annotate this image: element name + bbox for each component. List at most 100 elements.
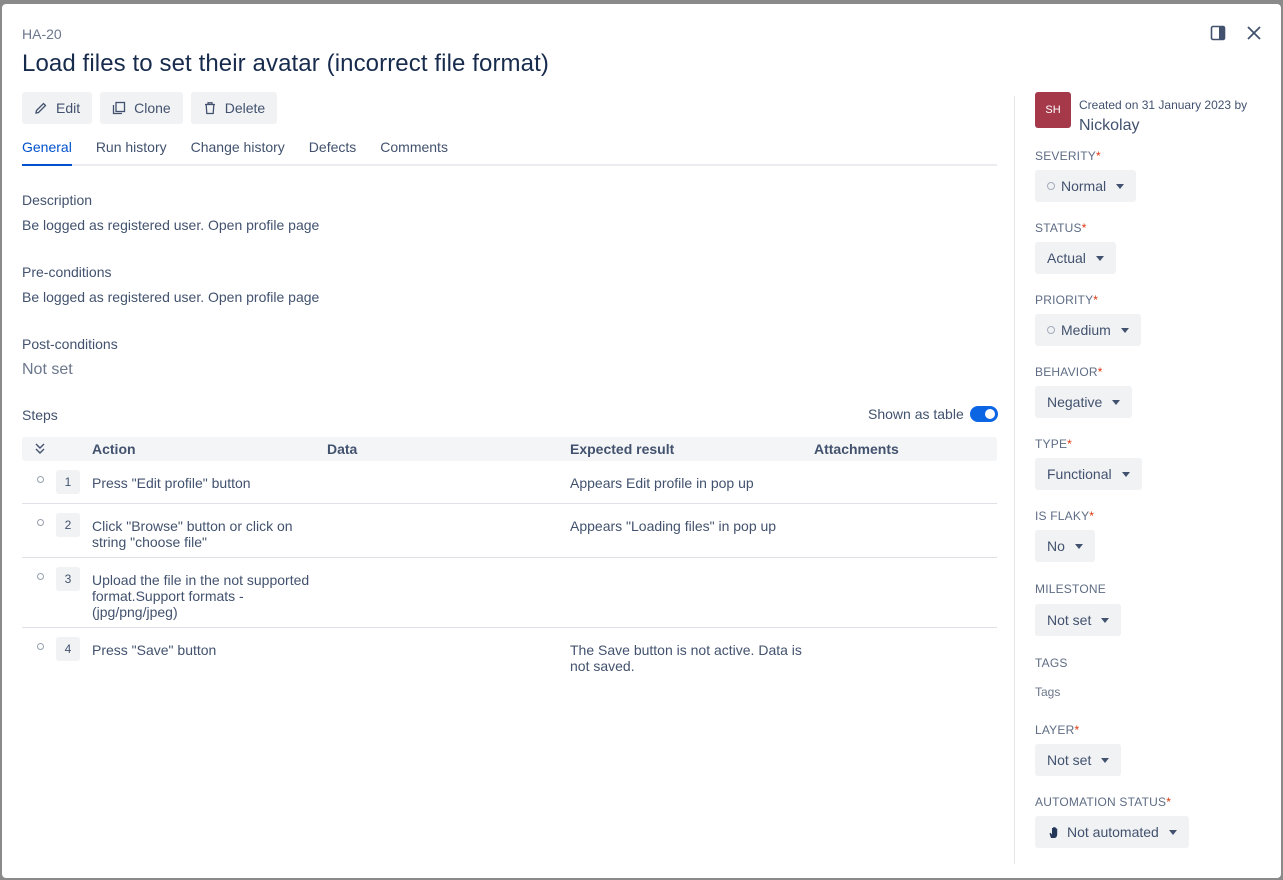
step-bullet-icon (37, 643, 44, 650)
table-row[interactable]: 1 Press "Edit profile" button Appears Ed… (22, 461, 997, 504)
layer-value: Not set (1047, 752, 1092, 768)
avatar: SH (1035, 92, 1071, 128)
edit-label: Edit (56, 100, 81, 116)
step-bullet-icon (37, 573, 44, 580)
tab-change-history[interactable]: Change history (191, 136, 285, 166)
milestone-dropdown[interactable]: Not set (1035, 604, 1122, 636)
author-name[interactable]: Nickolay (1079, 117, 1139, 135)
chevron-down-icon (1074, 543, 1083, 549)
chevron-down-icon (1168, 829, 1177, 835)
issue-key: HA-20 (22, 26, 62, 42)
clone-label: Clone (134, 100, 171, 116)
chevron-down-icon (1095, 255, 1104, 261)
step-expected: Appears "Loading files" in pop up (570, 518, 777, 534)
clone-button[interactable]: Clone (100, 92, 183, 124)
status-dropdown[interactable]: Actual (1035, 242, 1116, 274)
column-header-action: Action (92, 441, 136, 457)
tab-run-history[interactable]: Run history (96, 136, 167, 166)
column-header-data: Data (327, 441, 358, 457)
tags-input[interactable]: Tags (1035, 685, 1060, 699)
toolbar: Edit Clone Delete (22, 92, 278, 124)
shown-as-table-toggle[interactable] (969, 406, 998, 422)
is-flaky-value: No (1047, 538, 1065, 554)
automation-status-value: Not automated (1067, 824, 1159, 840)
tab-bar: General Run history Change history Defec… (22, 136, 997, 166)
pencil-icon (35, 102, 47, 114)
steps-label: Steps (22, 407, 58, 423)
type-value: Functional (1047, 466, 1112, 482)
tags-label: TAGS (1035, 656, 1068, 670)
chevron-down-icon (1121, 471, 1130, 477)
automation-status-dropdown[interactable]: Not automated (1035, 816, 1189, 848)
step-bullet-icon (37, 519, 44, 526)
automation-status-label: AUTOMATION STATUS* (1035, 795, 1172, 809)
severity-dot-icon (1047, 182, 1055, 190)
postconditions-value: Not set (22, 361, 73, 378)
chevron-down-icon (1112, 399, 1121, 405)
layer-dropdown[interactable]: Not set (1035, 744, 1122, 776)
chevron-down-icon (1116, 183, 1125, 189)
close-icon[interactable] (1243, 22, 1265, 44)
step-action: Upload the file in the not supported for… (92, 572, 310, 620)
step-number: 3 (56, 567, 80, 591)
hand-icon (1049, 827, 1058, 838)
tab-comments[interactable]: Comments (380, 136, 448, 166)
chevron-down-icon (1101, 757, 1110, 763)
column-header-expected: Expected result (570, 441, 675, 457)
delete-button[interactable]: Delete (190, 92, 278, 124)
step-action: Click "Browse" button or click on string… (92, 518, 293, 550)
step-expected: The Save button is not active. Data is n… (570, 642, 802, 674)
window-controls (1207, 22, 1265, 44)
severity-value: Normal (1061, 178, 1107, 194)
step-action: Press "Edit profile" button (92, 475, 251, 491)
edit-button[interactable]: Edit (22, 92, 93, 124)
table-row[interactable]: 2 Click "Browse" button or click on stri… (22, 504, 997, 558)
step-number: 1 (56, 470, 80, 494)
behavior-label: BEHAVIOR* (1035, 365, 1103, 379)
milestone-value: Not set (1047, 612, 1092, 628)
test-case-modal: HA-20 Load files to set their avatar (in… (2, 4, 1281, 878)
steps-table: Action Data Expected result Attachments … (22, 437, 997, 682)
column-header-attachments: Attachments (814, 441, 899, 457)
table-row[interactable]: 4 Press "Save" button The Save button is… (22, 628, 997, 682)
priority-value: Medium (1061, 322, 1111, 338)
chevron-down-icon (1120, 327, 1129, 333)
delete-label: Delete (224, 100, 266, 116)
copy-icon (112, 101, 126, 115)
preconditions-text: Be logged as registered user. Open profi… (22, 289, 320, 305)
description-label: Description (22, 192, 93, 208)
step-bullet-icon (37, 476, 44, 483)
collapse-all-icon[interactable] (34, 442, 46, 456)
layer-label: LAYER* (1035, 723, 1080, 737)
status-value: Actual (1047, 250, 1086, 266)
side-panel-icon[interactable] (1207, 22, 1229, 44)
priority-label: PRIORITY* (1035, 293, 1099, 307)
is-flaky-dropdown[interactable]: No (1035, 530, 1095, 562)
type-dropdown[interactable]: Functional (1035, 458, 1142, 490)
step-number: 4 (56, 637, 80, 661)
type-label: TYPE* (1035, 437, 1073, 451)
behavior-value: Negative (1047, 394, 1103, 410)
priority-dot-icon (1047, 326, 1055, 334)
step-action: Press "Save" button (92, 642, 217, 658)
step-expected: Appears Edit profile in pop up (570, 475, 754, 491)
tab-general[interactable]: General (22, 136, 72, 166)
behavior-dropdown[interactable]: Negative (1035, 386, 1133, 418)
priority-dropdown[interactable]: Medium (1035, 314, 1141, 346)
table-row[interactable]: 3 Upload the file in the not supported f… (22, 558, 997, 628)
sidebar-divider (1014, 96, 1015, 864)
postconditions-label: Post-conditions (22, 336, 118, 352)
trash-icon (204, 102, 215, 115)
milestone-label: MILESTONE (1035, 582, 1106, 596)
page-title: Load files to set their avatar (incorrec… (22, 50, 549, 77)
shown-as-table: Shown as table (868, 406, 998, 422)
tab-defects[interactable]: Defects (309, 136, 356, 166)
severity-label: SEVERITY* (1035, 149, 1101, 163)
preconditions-label: Pre-conditions (22, 264, 112, 280)
shown-as-table-label: Shown as table (868, 406, 964, 422)
severity-dropdown[interactable]: Normal (1035, 170, 1137, 202)
description-text: Be logged as registered user. Open profi… (22, 217, 320, 233)
created-text: Created on 31 January 2023 by (1079, 98, 1248, 112)
status-label: STATUS* (1035, 221, 1087, 235)
table-header: Action Data Expected result Attachments (22, 437, 997, 461)
